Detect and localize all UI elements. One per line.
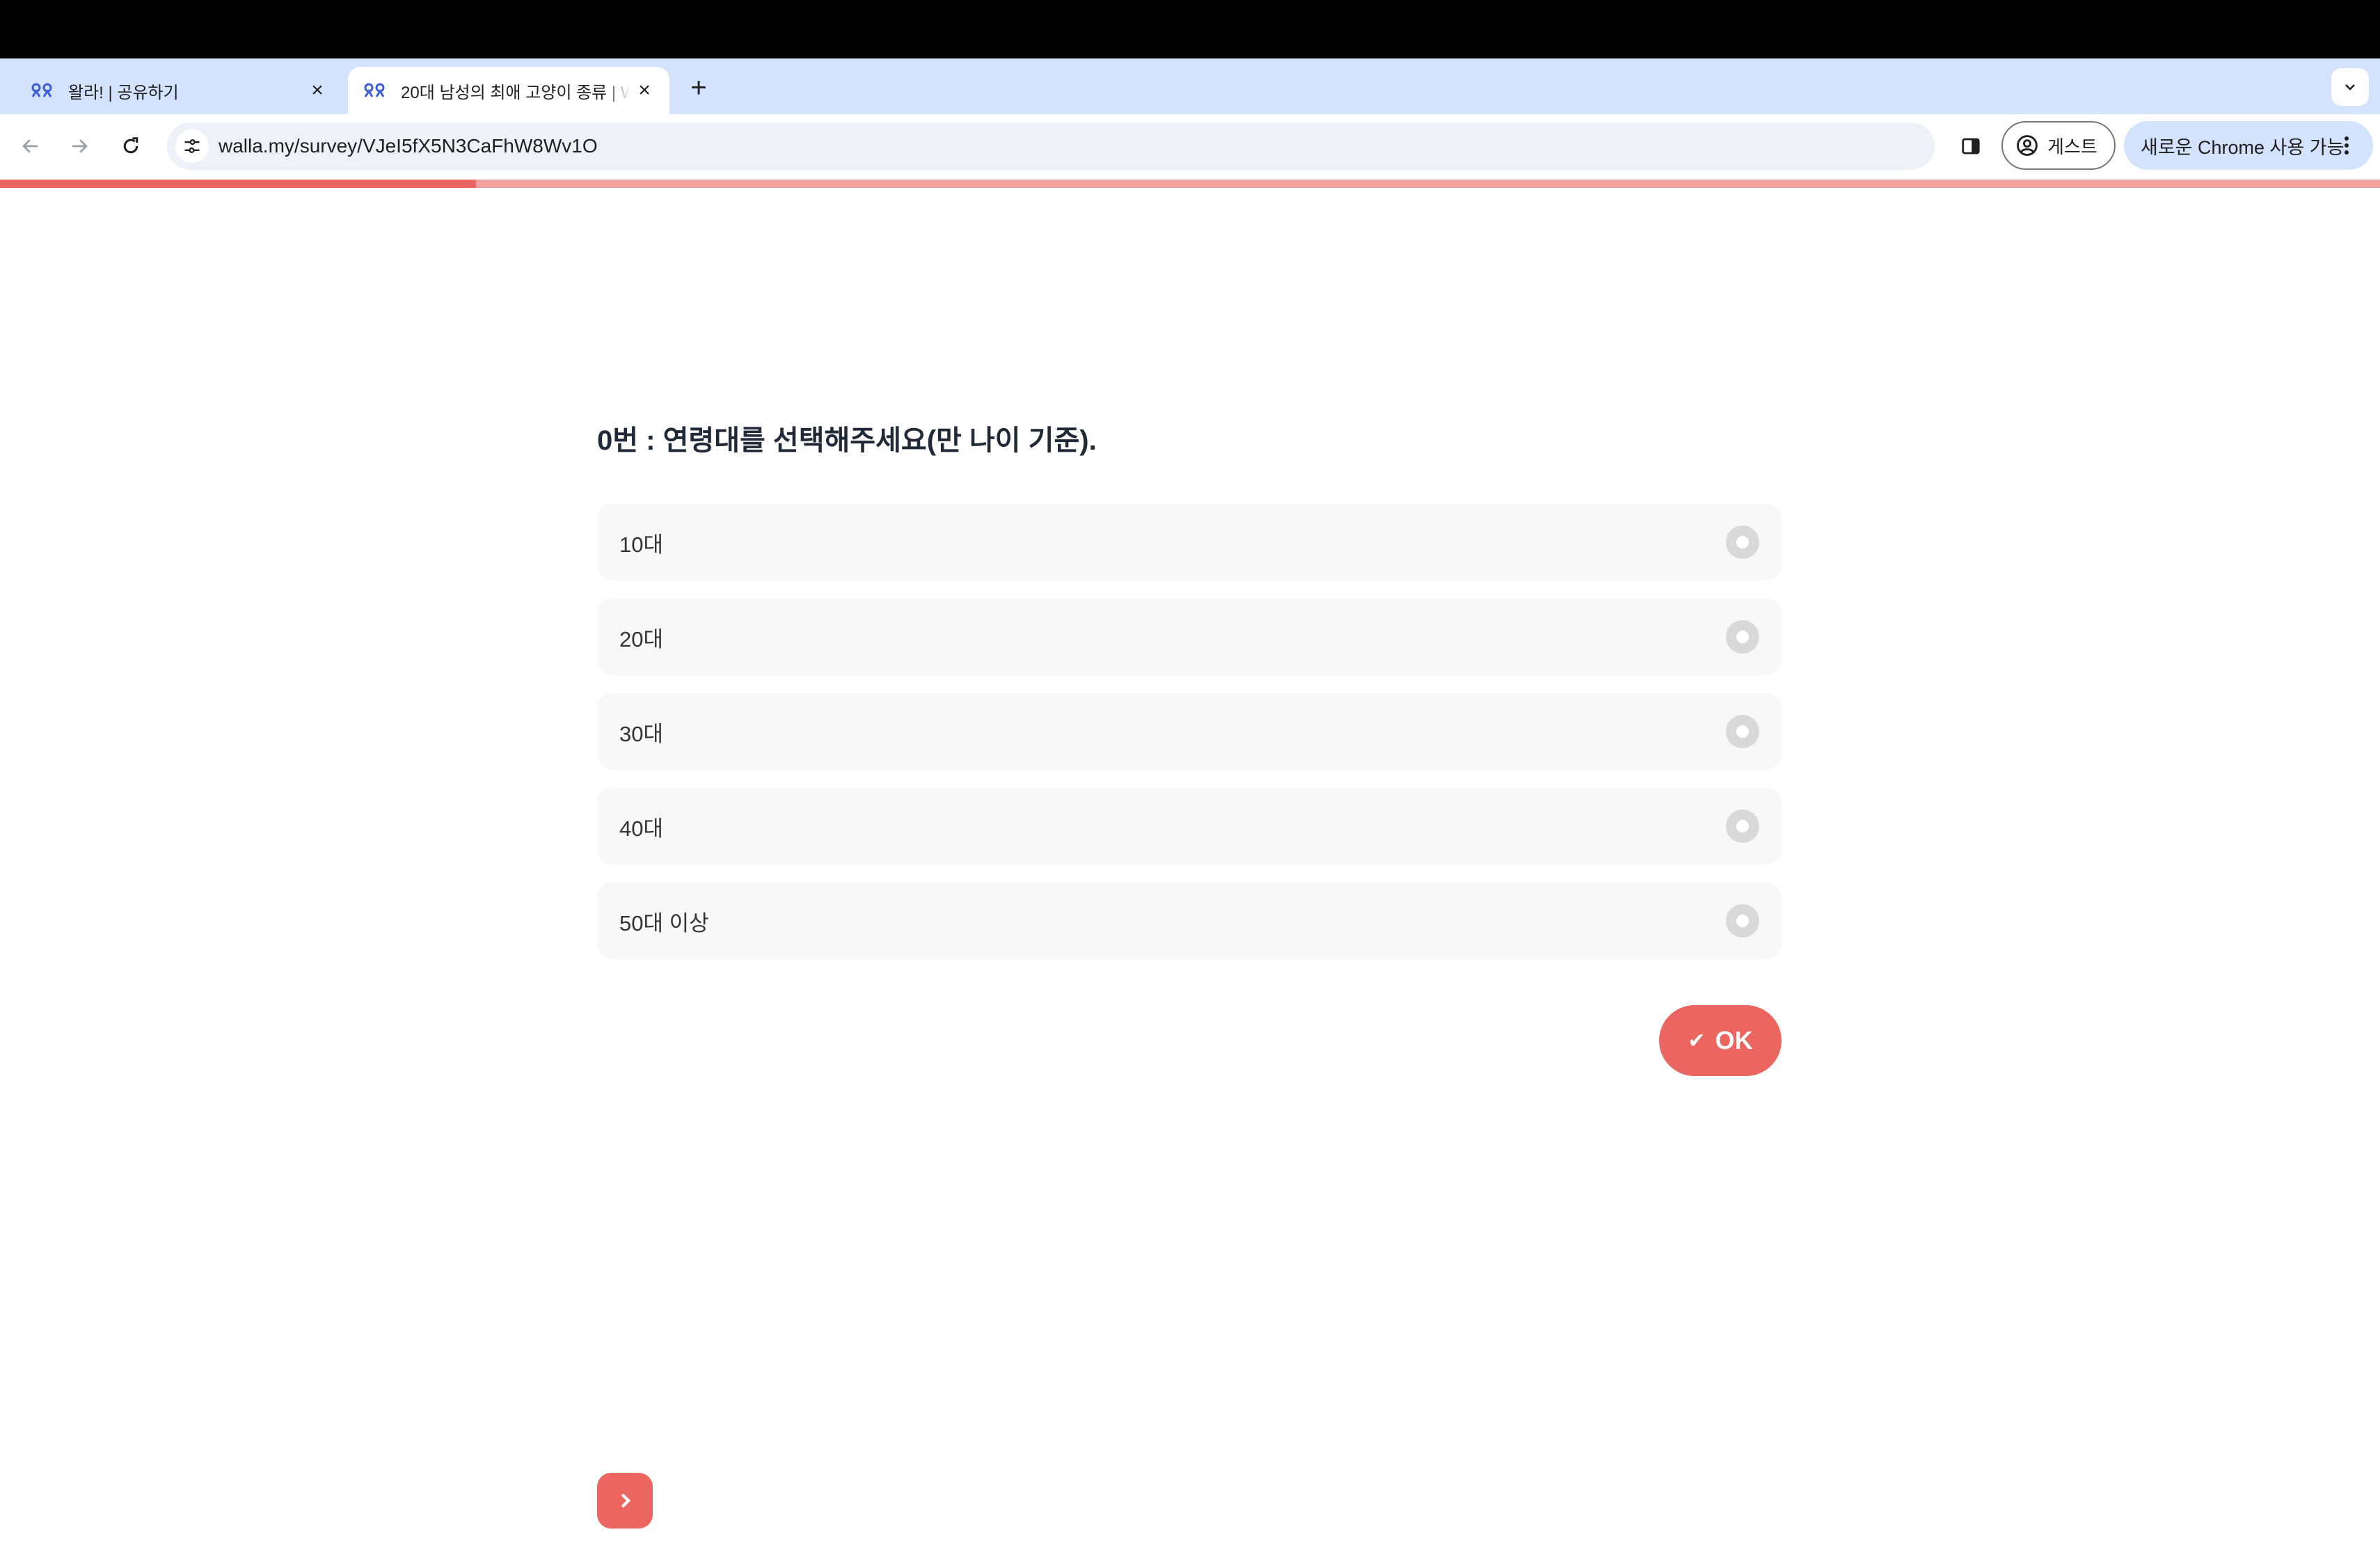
tab-walla-share[interactable]: 왈라! | 공유하기 × — [15, 67, 342, 114]
option-20s[interactable]: 20대 — [597, 599, 1782, 675]
profile-label: 게스트 — [2047, 136, 2097, 157]
person-circle-icon — [2015, 134, 2039, 157]
radio-button[interactable] — [1726, 904, 1759, 938]
url-text: walla.my/survey/VJeI5fX5N3CaFhW8Wv1O — [219, 135, 598, 157]
option-label: 50대 이상 — [619, 910, 709, 935]
close-icon[interactable]: × — [632, 78, 657, 103]
option-10s[interactable]: 10대 — [597, 504, 1782, 580]
option-40s[interactable]: 40대 — [597, 788, 1782, 864]
question-title: 0번 : 연령대를 선택해주세요(만 나이 기준). — [597, 425, 1097, 456]
profile-button[interactable]: 게스트 — [2001, 121, 2116, 170]
option-label: 10대 — [619, 532, 664, 557]
plus-icon[interactable]: + — [683, 72, 714, 103]
browser-toolbar: walla.my/survey/VJeI5fX5N3CaFhW8Wv1O 게스트… — [0, 114, 2380, 178]
option-50s-plus[interactable]: 50대 이상 — [597, 883, 1782, 959]
chevron-down-icon[interactable] — [2331, 68, 2369, 106]
next-button[interactable] — [597, 1473, 653, 1529]
back-arrow-icon[interactable] — [14, 129, 47, 163]
survey-progress-bar — [0, 180, 2380, 188]
walla-favicon-icon — [360, 77, 388, 104]
chevron-right-icon — [614, 1490, 635, 1511]
radio-button[interactable] — [1726, 809, 1759, 843]
radio-dot — [1736, 820, 1749, 832]
radio-dot — [1736, 725, 1749, 738]
side-panel-icon[interactable] — [1954, 129, 1988, 163]
ok-button[interactable]: ✔ OK — [1659, 1005, 1782, 1076]
radio-button[interactable] — [1726, 715, 1759, 748]
tab-title: 왈라! | 공유하기 — [68, 83, 179, 102]
tab-survey[interactable]: 20대 남성의 최애 고양이 종류 | Walla × — [348, 67, 669, 114]
close-icon[interactable]: × — [305, 78, 330, 103]
more-vert-icon[interactable] — [2330, 129, 2363, 162]
survey-progress-fill — [0, 180, 476, 188]
option-label: 40대 — [619, 816, 664, 841]
walla-favicon-icon — [28, 77, 56, 104]
radio-button[interactable] — [1726, 526, 1759, 559]
option-30s[interactable]: 30대 — [597, 693, 1782, 770]
screen-top-bar — [0, 0, 2380, 58]
forward-arrow-icon[interactable] — [63, 129, 96, 163]
update-label: 새로운 Chrome 사용 가능 — [2141, 136, 2345, 158]
answer-options: 10대 20대 30대 40대 50대 이상 — [597, 504, 1782, 977]
tab-title: 20대 남성의 최애 고양이 종류 | Walla — [401, 83, 630, 102]
option-label: 30대 — [619, 721, 664, 746]
radio-dot — [1736, 631, 1749, 643]
radio-dot — [1736, 536, 1749, 548]
chrome-update-button[interactable]: 새로운 Chrome 사용 가능 — [2124, 121, 2373, 170]
option-label: 20대 — [619, 626, 664, 651]
radio-button[interactable] — [1726, 620, 1759, 654]
tab-strip: 왈라! | 공유하기 × 20대 남성의 최애 고양이 종류 | Walla × — [0, 58, 2380, 114]
ok-label: OK — [1715, 1026, 1753, 1055]
tune-icon[interactable] — [175, 129, 209, 163]
address-bar[interactable]: walla.my/survey/VJeI5fX5N3CaFhW8Wv1O — [167, 123, 1935, 170]
radio-dot — [1736, 915, 1749, 927]
reload-icon[interactable] — [114, 129, 148, 163]
check-icon: ✔ — [1688, 1029, 1706, 1052]
